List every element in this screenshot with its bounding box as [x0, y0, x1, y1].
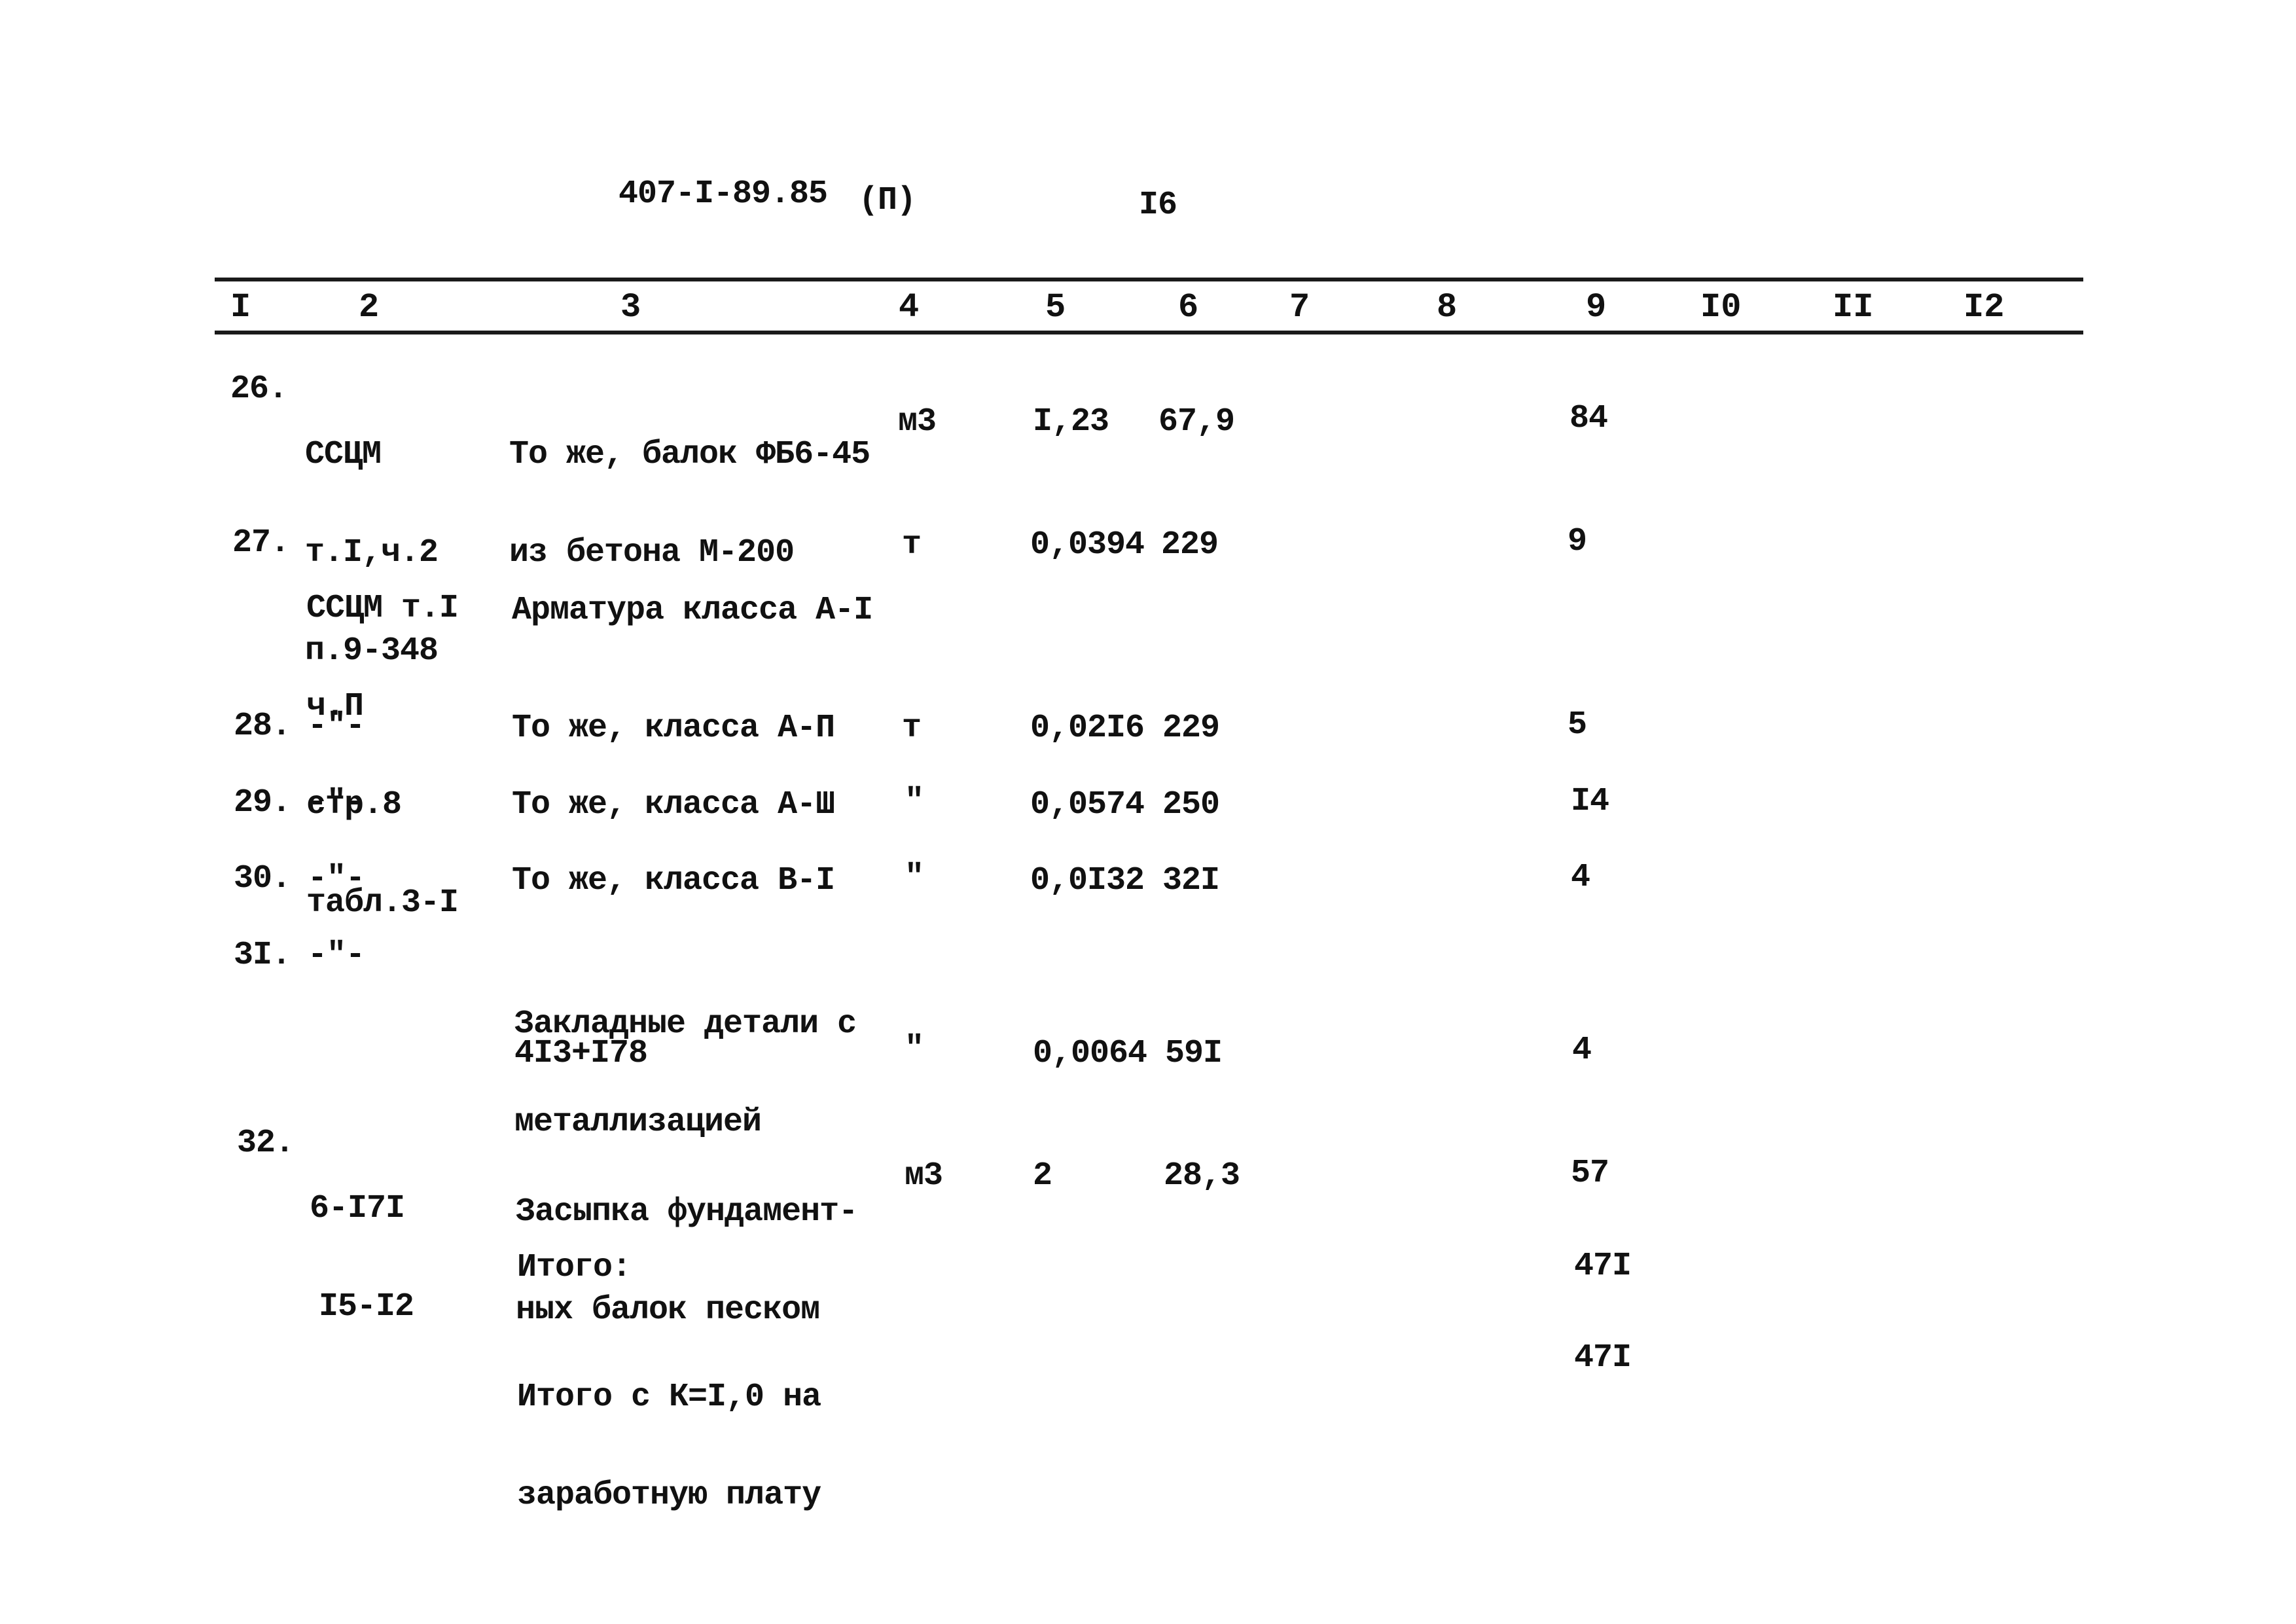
- row-unit-price: 250: [1162, 786, 1220, 823]
- row-number: 26.: [230, 370, 288, 408]
- row-unit: т: [902, 526, 922, 564]
- column-number: I: [230, 288, 251, 327]
- row-quantity: 0,0I32: [1030, 862, 1145, 899]
- row-unit: ": [905, 859, 924, 896]
- row-unit-price: 67,9: [1158, 403, 1235, 441]
- row-number: 30.: [234, 860, 291, 897]
- row-unit-price: 32I: [1162, 862, 1220, 899]
- row-reference: 6-I7I I5-I2: [310, 1190, 414, 1326]
- column-number: I0: [1700, 288, 1742, 327]
- row-quantity: 0,0574: [1030, 786, 1145, 823]
- row-unit-price: 229: [1162, 710, 1220, 747]
- column-number: 5: [1045, 288, 1066, 327]
- row-quantity: 2: [1033, 1157, 1052, 1195]
- row-unit-price: 229: [1161, 526, 1219, 564]
- row-unit-price: 59I: [1165, 1035, 1223, 1072]
- total-with-coefficient-label: Итого с К=I,0 на заработную плату: [517, 1379, 821, 1514]
- document-code: 407-I-89.85: [619, 175, 828, 213]
- column-number: 3: [620, 288, 641, 327]
- row-total: 57: [1571, 1155, 1609, 1192]
- column-number: II: [1833, 288, 1874, 327]
- column-number: I2: [1964, 288, 2005, 327]
- subtotal-value: 47I: [1574, 1248, 1632, 1285]
- column-number: 7: [1289, 288, 1310, 327]
- column-number: 8: [1437, 288, 1458, 327]
- document-part: (П): [859, 182, 916, 219]
- row-total: 9: [1568, 523, 1587, 560]
- page-number: I6: [1139, 187, 1177, 224]
- total-with-coefficient-value: 47I: [1574, 1339, 1632, 1377]
- row-description: Арматура класса А-I: [512, 592, 873, 629]
- column-number: 9: [1586, 288, 1607, 327]
- row-quantity: 0,02I6: [1030, 710, 1145, 747]
- row-unit: ": [905, 1030, 924, 1068]
- row-number: 27.: [232, 524, 290, 562]
- row-description: То же, класса А-П: [512, 710, 835, 747]
- column-number: 4: [899, 288, 920, 327]
- row-reference: -"-: [308, 937, 365, 974]
- row-number: 29.: [234, 784, 291, 821]
- row-total: 4: [1572, 1032, 1592, 1069]
- row-quantity: 0,0394: [1030, 526, 1145, 564]
- row-unit: ": [905, 783, 924, 820]
- row-number: 3I.: [234, 937, 291, 974]
- row-description: То же, класса А-Ш: [512, 786, 835, 823]
- row-number: 32.: [237, 1125, 295, 1162]
- row-unit: м3: [905, 1157, 943, 1195]
- column-number: 2: [359, 288, 380, 327]
- row-reference: ССЦМ т.I ч.П стр.8 табл.3-I: [306, 590, 459, 922]
- row-subdescription: 4I3+I78: [514, 1035, 648, 1072]
- row-total: I4: [1571, 783, 1609, 820]
- row-unit-price: 28,3: [1164, 1157, 1240, 1195]
- row-unit: м3: [898, 403, 937, 441]
- column-number: 6: [1178, 288, 1199, 327]
- row-total: 84: [1570, 400, 1608, 437]
- row-total: 5: [1568, 706, 1587, 744]
- subtotal-label: Итого:: [517, 1249, 632, 1286]
- row-quantity: I,23: [1033, 403, 1109, 441]
- table-header-rule: [215, 331, 2083, 334]
- row-reference: -"-: [308, 784, 365, 821]
- row-number: 28.: [234, 708, 291, 745]
- row-quantity: 0,0064: [1033, 1035, 1147, 1072]
- row-total: 4: [1571, 859, 1590, 896]
- table-top-rule: [215, 278, 2083, 281]
- row-description: То же, класса В-I: [512, 862, 835, 899]
- row-reference: -"-: [308, 708, 365, 745]
- row-unit: т: [902, 710, 922, 747]
- row-reference: -"-: [308, 860, 365, 897]
